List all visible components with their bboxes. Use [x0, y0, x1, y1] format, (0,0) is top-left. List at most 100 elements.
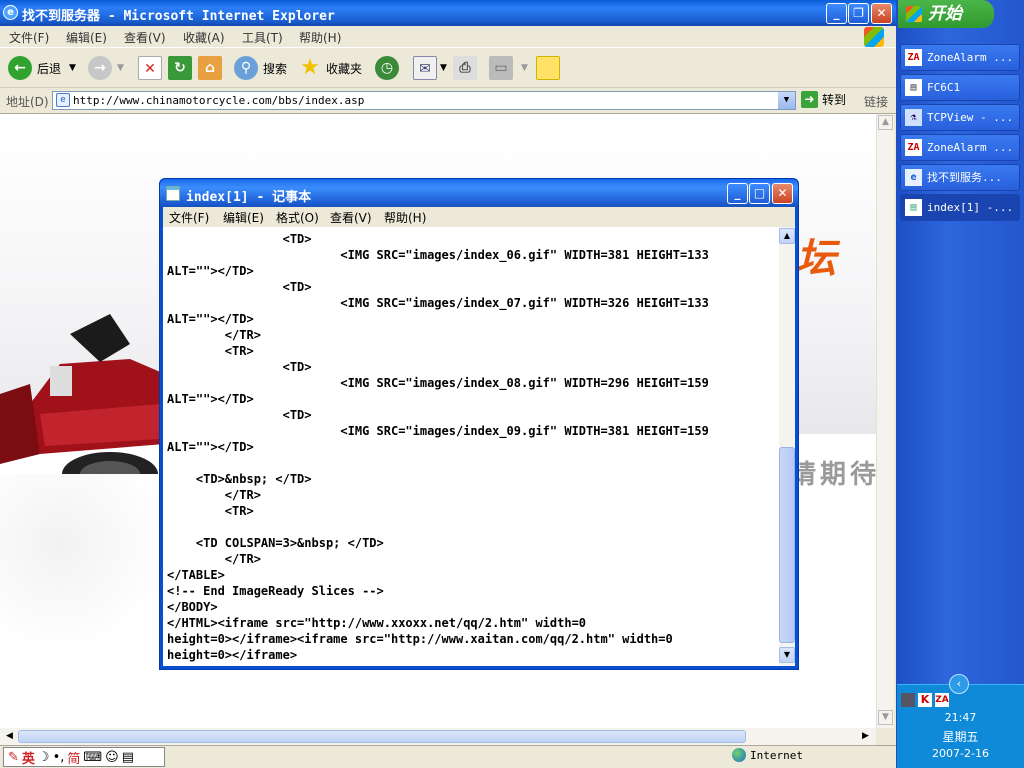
menu-favorites[interactable]: 收藏(A) — [183, 29, 225, 46]
menu-tools[interactable]: 工具(T) — [242, 29, 283, 46]
notepad-close-button[interactable]: ✕ — [772, 183, 793, 204]
ime-toolbar[interactable]: ✎ 英 ☽ •, 简 ⌨ ☺ ▤ — [3, 747, 165, 767]
print-button[interactable]: ⎙ — [453, 53, 477, 83]
close-button[interactable]: ✕ — [871, 3, 892, 24]
scroll-up-icon[interactable]: ▲ — [878, 115, 893, 130]
motorcycle-image — [0, 314, 165, 496]
chevron-down-icon[interactable]: ▼ — [440, 63, 447, 73]
chevron-down-icon[interactable]: ▼ — [117, 63, 124, 73]
menu-file[interactable]: 文件(F) — [9, 29, 49, 46]
network-icon[interactable] — [901, 693, 915, 707]
go-label: 转到 — [822, 93, 847, 107]
ie-address-bar: 地址(D) e http://www.chinamotorcycle.com/b… — [0, 88, 896, 114]
taskbar-item-zonealarm-2[interactable]: ZA ZoneAlarm ... — [900, 134, 1020, 161]
history-icon: ◷ — [375, 56, 399, 80]
mail-button[interactable]: ✉ ▼ — [413, 53, 447, 83]
notes-button[interactable] — [536, 53, 560, 83]
sticky-note-icon — [536, 56, 560, 80]
notepad-menu-file[interactable]: 文件(F) — [169, 209, 209, 226]
clock-weekday[interactable]: 星期五 — [897, 728, 1024, 745]
ie-title-bar[interactable]: e 找不到服务器 - Microsoft Internet Explorer _… — [0, 0, 896, 26]
document-icon: ▤ — [905, 79, 922, 96]
notepad-vertical-scrollbar[interactable]: ▲ ▼ — [779, 227, 795, 666]
refresh-button[interactable]: ↻ — [168, 53, 192, 83]
task-label: index[1] -... — [927, 201, 1014, 214]
history-button[interactable]: ◷ — [375, 53, 399, 83]
horizontal-scroll-thumb[interactable] — [18, 730, 746, 743]
notepad-icon: ▤ — [905, 199, 922, 216]
zonealarm-tray-icon[interactable]: ZA — [935, 693, 949, 707]
notepad-menu-edit[interactable]: 编辑(E) — [223, 209, 264, 226]
ime-help-icon[interactable]: ☺ — [105, 750, 119, 765]
page-horizontal-scrollbar[interactable]: ◀ ▶ — [0, 728, 876, 745]
star-icon: ★ — [300, 55, 320, 80]
restore-button[interactable]: ❐ — [848, 3, 869, 24]
search-button[interactable]: ⚲ 搜索 — [234, 53, 287, 83]
notepad-maximize-button[interactable]: □ — [749, 183, 770, 204]
ie-toolbar: ← 后退 ▼ → ▼ ✕ ↻ ⌂ ⚲ 搜索 ★ 收藏夹 ◷ ✉ ▼ ⎙ ▭ ▼ — [0, 48, 896, 88]
clock-time[interactable]: 21:47 — [897, 711, 1024, 724]
ie-status-bar: ✎ 英 ☽ •, 简 ⌨ ☺ ▤ Internet — [0, 745, 896, 768]
ime-menu-icon[interactable]: ▤ — [122, 750, 134, 765]
tray-expand-icon[interactable]: ‹ — [949, 674, 969, 694]
edit-button[interactable]: ▭ ▼ — [489, 53, 528, 83]
notepad-scroll-thumb[interactable] — [779, 447, 795, 643]
ie-title-text: 找不到服务器 - Microsoft Internet Explorer — [22, 9, 335, 24]
links-label[interactable]: 链接 — [864, 93, 888, 110]
notepad-minimize-button[interactable]: _ — [727, 183, 748, 204]
tray-icons: K ZA — [901, 693, 949, 707]
taskbar-item-ie[interactable]: e 找不到服务... — [900, 164, 1020, 191]
notepad-menu-bar: 文件(F) 编辑(E) 格式(O) 查看(V) 帮助(H) — [163, 207, 795, 227]
home-button[interactable]: ⌂ — [198, 53, 222, 83]
notepad-menu-format[interactable]: 格式(O) — [276, 209, 319, 226]
go-arrow-icon: ➜ — [801, 91, 818, 108]
ime-logo-icon: ✎ — [8, 749, 19, 765]
chevron-down-icon[interactable]: ▼ — [69, 63, 76, 73]
stop-button[interactable]: ✕ — [138, 53, 162, 83]
windows-logo-icon — [864, 27, 884, 47]
scroll-down-icon[interactable]: ▼ — [878, 710, 893, 725]
clock-date[interactable]: 2007-2-16 — [897, 747, 1024, 760]
page-subtext-fragment: 请期待 — [790, 460, 876, 490]
chevron-down-icon[interactable]: ▼ — [521, 63, 528, 73]
menu-help[interactable]: 帮助(H) — [299, 29, 341, 46]
taskbar-item-tcpview[interactable]: ⚗ TCPView - ... — [900, 104, 1020, 131]
forward-button[interactable]: → ▼ — [88, 53, 124, 83]
notepad-text-area[interactable]: <TD> <IMG SRC="images/index_06.gif" WIDT… — [163, 227, 779, 666]
notepad-scroll-up-icon[interactable]: ▲ — [779, 228, 795, 244]
notepad-window: index[1] - 记事本 _ □ ✕ 文件(F) 编辑(E) 格式(O) 查… — [159, 178, 799, 670]
scroll-right-icon[interactable]: ▶ — [858, 729, 873, 744]
notepad-menu-view[interactable]: 查看(V) — [330, 209, 372, 226]
page-icon: e — [56, 93, 70, 107]
ime-mode-label[interactable]: 英 — [22, 748, 35, 767]
punctuation-icon[interactable]: •, — [53, 750, 65, 765]
scroll-left-icon[interactable]: ◀ — [2, 729, 17, 744]
go-button[interactable]: ➜ 转到 — [801, 91, 846, 108]
favorites-button[interactable]: ★ 收藏夹 — [298, 53, 362, 83]
start-button[interactable]: 开始 — [898, 0, 994, 28]
back-button[interactable]: ← 后退 ▼ — [8, 53, 76, 83]
favorites-label: 收藏夹 — [326, 61, 363, 76]
kaspersky-icon[interactable]: K — [918, 693, 932, 707]
notepad-menu-help[interactable]: 帮助(H) — [384, 209, 426, 226]
page-vertical-scrollbar[interactable]: ▲ ▼ — [876, 114, 894, 728]
edit-icon: ▭ — [489, 56, 513, 80]
page-heading-fragment: 坛 — [796, 236, 836, 282]
taskbar-item-notepad[interactable]: ▤ index[1] -... — [900, 194, 1020, 221]
ime-simplified-icon[interactable]: 简 — [67, 748, 80, 767]
soft-keyboard-icon[interactable]: ⌨ — [83, 750, 102, 765]
notepad-scroll-down-icon[interactable]: ▼ — [779, 647, 795, 663]
menu-view[interactable]: 查看(V) — [124, 29, 166, 46]
windows-logo-icon — [906, 6, 922, 22]
taskbar-item-zonealarm-1[interactable]: ZA ZoneAlarm ... — [900, 44, 1020, 71]
address-input[interactable]: e http://www.chinamotorcycle.com/bbs/ind… — [52, 91, 796, 110]
menu-edit[interactable]: 编辑(E) — [66, 29, 107, 46]
address-dropdown-icon[interactable]: ▼ — [778, 92, 795, 109]
forward-arrow-icon: → — [88, 56, 112, 80]
back-label: 后退 — [37, 61, 62, 76]
stop-icon: ✕ — [138, 56, 162, 80]
minimize-button[interactable]: _ — [826, 3, 847, 24]
half-width-icon[interactable]: ☽ — [38, 750, 50, 765]
taskbar-item-fc6c1[interactable]: ▤ FC6C1 — [900, 74, 1020, 101]
notepad-title-bar[interactable]: index[1] - 记事本 _ □ ✕ — [160, 179, 798, 207]
